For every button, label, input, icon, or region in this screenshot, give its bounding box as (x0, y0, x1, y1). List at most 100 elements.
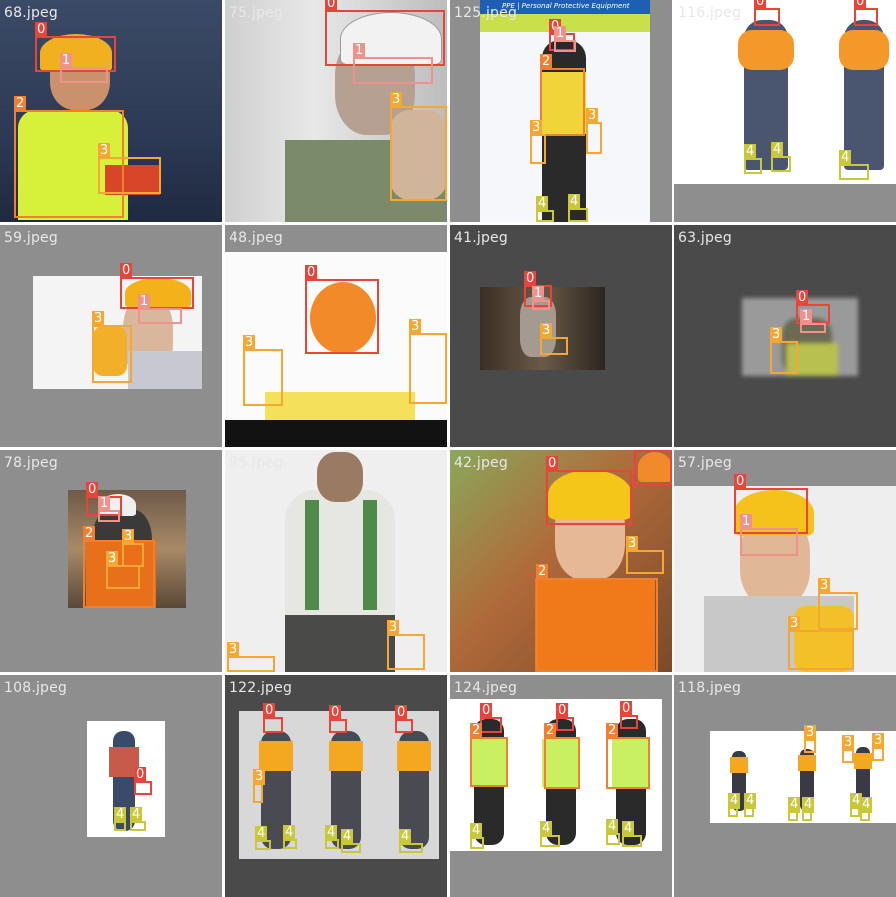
tile-75: 75.jpeg 0 1 3 (225, 0, 447, 222)
bbox: 1 (740, 514, 798, 556)
bbox: 3 (626, 536, 664, 574)
tile-57: 57.jpeg 0 1 3 3 (674, 450, 896, 672)
bbox: 4 (744, 144, 762, 174)
bbox: 4 (114, 807, 127, 831)
filename-label: 75.jpeg (229, 5, 283, 21)
tile-41: 41.jpeg 0 1 3 (450, 225, 672, 447)
bbox: 0 (395, 705, 413, 733)
bbox: 4 (860, 797, 873, 821)
bbox: 1 (138, 294, 182, 324)
bbox: 4 (399, 829, 423, 853)
tile-85: 85.jpeg 3 3 (225, 450, 447, 672)
bbox: 4 (802, 797, 815, 821)
bbox: 4 (540, 821, 560, 847)
tile-124: 124.jpeg 0 0 0 2 2 2 4 4 4 4 (450, 675, 672, 897)
bbox: 4 (606, 819, 620, 845)
bbox: 4 (788, 797, 801, 821)
bbox: 1 (353, 43, 433, 84)
bbox: 4 (728, 793, 741, 817)
bbox: 3 (387, 620, 425, 670)
filename-label: 68.jpeg (4, 5, 58, 21)
bbox: 2 (470, 723, 508, 787)
bbox: 0 (120, 263, 194, 309)
tile-68: 68.jpeg 0 1 2 3 (0, 0, 222, 222)
bbox: 4 (744, 793, 757, 817)
filename-label: 42.jpeg (454, 455, 508, 471)
detection-mosaic: 68.jpeg 0 1 2 3 75.jpeg 0 1 3 PPE | Pers… (0, 0, 896, 897)
bbox: 2 (544, 723, 580, 789)
bbox: 3 (92, 311, 132, 383)
bbox: 4 (771, 142, 791, 172)
poster-title: PPE | Personal Protective Equipment (502, 2, 630, 10)
filename-label: 78.jpeg (4, 455, 58, 471)
bbox: 4 (325, 825, 339, 849)
bbox: 4 (536, 196, 554, 222)
bbox: 3 (409, 319, 447, 404)
bbox: 1 (60, 53, 108, 83)
filename-label: 48.jpeg (229, 230, 283, 246)
tile-122: 122.jpeg 0 0 0 3 4 4 4 4 4 (225, 675, 447, 897)
bbox: 0 (546, 456, 632, 525)
filename-label: 116.jpeg (678, 5, 742, 21)
bbox: 0 (329, 705, 347, 733)
bbox: 0 (305, 265, 379, 354)
bbox: 3 (243, 335, 283, 406)
bbox: 3 (540, 323, 568, 355)
tile-116: 116.jpeg 0 0 4 4 4 (674, 0, 896, 222)
filename-label: 122.jpeg (229, 680, 293, 696)
filename-label: 125.jpeg (454, 5, 518, 21)
bbox: 2 (540, 54, 585, 136)
bbox: 2 (536, 564, 658, 672)
bbox: 3 (227, 642, 275, 672)
filename-label: 41.jpeg (454, 230, 508, 246)
filename-label: 63.jpeg (678, 230, 732, 246)
bbox: 4 (622, 821, 642, 847)
tile-78: 78.jpeg 0 1 2 3 3 (0, 450, 222, 672)
bbox: 0 (556, 703, 574, 731)
bbox: 0 (854, 0, 878, 26)
bbox: 3 (253, 769, 266, 803)
bbox: 3 (106, 551, 140, 589)
bbox: 0 (134, 767, 152, 795)
filename-label: 85.jpeg (229, 455, 283, 471)
bbox: 4 (255, 826, 271, 850)
bbox: 1 (532, 286, 550, 310)
bbox: 3 (788, 616, 854, 670)
bbox: 4 (568, 194, 588, 222)
bbox: 3 (98, 143, 161, 194)
bbox: 3 (586, 108, 602, 154)
bbox: 0 (263, 703, 283, 733)
tile-42: 42.jpeg 0 0 2 3 (450, 450, 672, 672)
bbox: 1 (800, 309, 826, 333)
tile-63: 63.jpeg 0 1 3 (674, 225, 896, 447)
bbox: 3 (530, 120, 546, 164)
bbox: 4 (850, 793, 863, 817)
bbox: 4 (283, 825, 297, 849)
bbox: 0 (754, 0, 780, 26)
tile-118: 118.jpeg 3 3 3 4 4 4 4 4 4 (674, 675, 896, 897)
bbox: 4 (341, 829, 361, 853)
bbox: 1 (554, 26, 576, 52)
filename-label: 124.jpeg (454, 680, 518, 696)
bbox: 3 (842, 735, 855, 763)
tile-48: 48.jpeg 0 3 3 (225, 225, 447, 447)
bbox: 2 (606, 723, 650, 789)
bbox: 4 (130, 807, 146, 831)
bbox: 0 (480, 703, 502, 733)
tile-59: 59.jpeg 0 1 3 (0, 225, 222, 447)
tile-108: 108.jpeg 0 4 4 (0, 675, 222, 897)
filename-label: 57.jpeg (678, 455, 732, 471)
bbox: 4 (839, 150, 869, 180)
bbox: 4 (470, 823, 484, 849)
bbox: 3 (872, 733, 885, 761)
filename-label: 108.jpeg (4, 680, 68, 696)
tile-125: PPE | Personal Protective Equipment 125.… (450, 0, 672, 222)
filename-label: 118.jpeg (678, 680, 742, 696)
bbox: 0 (634, 450, 672, 486)
bbox: 3 (390, 92, 447, 201)
filename-label: 59.jpeg (4, 230, 58, 246)
bbox: 0 (620, 701, 638, 729)
bbox: 1 (98, 496, 120, 522)
bbox: 3 (804, 725, 817, 753)
bbox: 3 (818, 578, 858, 630)
